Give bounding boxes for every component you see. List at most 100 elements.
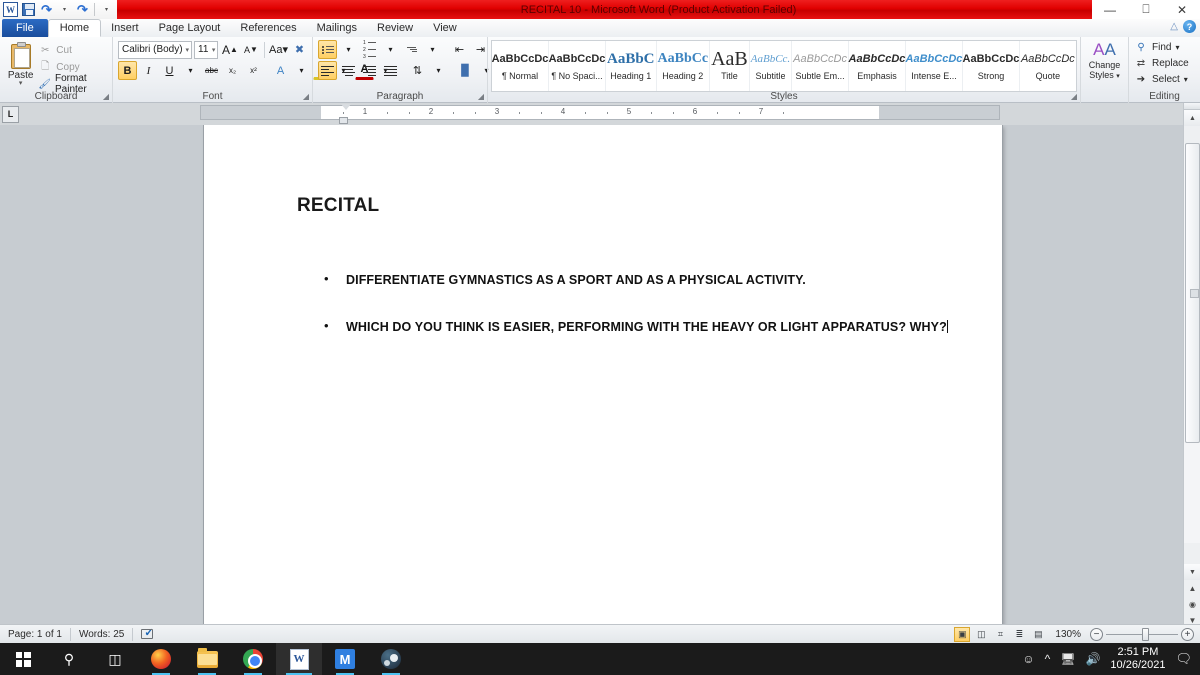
zoom-out-button[interactable]: − [1090,627,1103,641]
style-strong[interactable]: AaBbCcDc Strong [963,41,1020,91]
italic-button[interactable]: I [139,61,158,80]
style-heading-2[interactable]: AaBbCc Heading 2 [657,41,711,91]
clear-formatting-icon[interactable]: ✖ [290,40,309,59]
first-line-indent-marker[interactable] [341,104,351,110]
tab-mailings[interactable]: Mailings [307,19,367,37]
tab-insert[interactable]: Insert [101,19,149,37]
justify-icon[interactable] [381,61,400,80]
change-case-button[interactable]: Aa ▾ [269,40,288,59]
align-right-icon[interactable] [360,61,379,80]
style-intense-emphasis[interactable]: AaBbCcDc Intense E... [906,41,963,91]
document-canvas[interactable]: RECITAL • DIFFERENTIATE GYMNASTICS AS A … [0,125,1200,628]
steam-icon[interactable] [368,643,414,675]
zoom-in-button[interactable]: + [1181,627,1194,641]
multilevel-list-icon[interactable] [402,40,421,59]
notifications-icon[interactable]: 🗨 [1175,651,1192,667]
full-screen-reading-view-button[interactable]: ◫ [973,627,989,642]
show-hidden-icons-icon[interactable]: ^ [1045,652,1051,666]
style-normal[interactable]: AaBbCcDc ¶ Normal [492,41,549,91]
select-button[interactable]: ➔ Select ▾ [1132,71,1197,87]
previous-page-icon[interactable]: ▲ [1184,580,1200,596]
tab-view[interactable]: View [423,19,467,37]
task-view-icon[interactable]: ◫ [92,643,138,675]
tab-home[interactable]: Home [47,19,102,37]
save-icon[interactable] [20,1,37,18]
horizontal-ruler[interactable]: 1 2 3 4 5 6 7 [200,104,1000,124]
redo-icon[interactable]: ↷ [74,1,91,18]
multilevel-dropdown-icon[interactable]: ▾ [423,40,442,59]
word-count[interactable]: Words: 25 [71,625,132,644]
bullets-icon[interactable] [318,40,337,59]
tab-stop-selector[interactable]: L [2,105,19,123]
word-app-icon[interactable]: W [2,1,19,18]
font-dialog-launcher[interactable]: ◢ [303,92,309,101]
replace-button[interactable]: ⇄ Replace [1132,55,1197,71]
style-heading-1[interactable]: AaBbC Heading 1 [606,41,657,91]
clock[interactable]: 2:51 PM 10/26/2021 [1110,646,1165,672]
copy-button[interactable]: 🗋 Copy [38,60,109,74]
zoom-level[interactable]: 130% [1049,629,1087,640]
tab-file[interactable]: File [2,19,48,37]
font-name-combo[interactable]: Calibri (Body) ▾ [118,40,192,59]
strikethrough-button[interactable]: abc [202,61,221,80]
draft-view-button[interactable]: ▤ [1030,627,1046,642]
document-page[interactable]: RECITAL • DIFFERENTIATE GYMNASTICS AS A … [204,125,1002,628]
split-window-handle[interactable] [1184,103,1200,110]
undo-icon[interactable]: ↶ [38,1,55,18]
align-left-icon[interactable] [318,61,337,80]
web-layout-view-button[interactable]: ⌗ [992,627,1008,642]
style-title[interactable]: AaB Title [710,41,750,91]
paste-dropdown-icon[interactable]: ▾ [19,80,23,87]
grow-font-button[interactable]: A ▲ [220,40,239,59]
left-indent-marker[interactable] [339,117,348,124]
format-painter-button[interactable]: 🖌 Format Painter [38,73,109,95]
style-subtitle[interactable]: AaBbCc. Subtitle [750,41,793,91]
underline-dropdown-icon[interactable]: ▾ [181,61,200,80]
shrink-font-button[interactable]: A ▼ [241,40,260,59]
scrollbar-thumb[interactable] [1185,143,1200,443]
select-dropdown-icon[interactable]: ▾ [1184,75,1188,84]
page-indicator[interactable]: Page: 1 of 1 [0,625,70,644]
undo-dropdown-icon[interactable]: ▾ [56,1,73,18]
outline-view-button[interactable]: ≣ [1011,627,1027,642]
zoom-slider[interactable] [1106,627,1178,641]
scroll-down-icon[interactable]: ▼ [1184,564,1200,580]
numbering-dropdown-icon[interactable]: ▾ [381,40,400,59]
minimize-button[interactable]: — [1095,0,1125,19]
style-subtle-emphasis[interactable]: AaBbCcDc Subtle Em... [792,41,849,91]
start-button[interactable] [0,643,46,675]
tab-review[interactable]: Review [367,19,423,37]
style-emphasis[interactable]: AaBbCcDc Emphasis [849,41,906,91]
bold-button[interactable]: B [118,61,137,80]
change-styles-button[interactable]: AA Change Styles ▾ [1080,37,1128,103]
file-explorer-icon[interactable] [184,643,230,675]
proofing-errors-icon[interactable] [133,625,163,644]
tab-page-layout[interactable]: Page Layout [149,19,231,37]
decrease-indent-icon[interactable]: ⇤ [450,40,469,59]
network-icon[interactable]: 🖥 [1060,652,1075,666]
tab-references[interactable]: References [230,19,306,37]
cut-button[interactable]: ✂ Cut [38,43,109,57]
find-button[interactable]: ⚲ Find ▾ [1132,39,1197,55]
customize-qat-icon[interactable]: ▾ [98,1,115,18]
line-spacing-icon[interactable]: ⇅ [408,61,427,80]
superscript-button[interactable]: x² [244,61,263,80]
print-layout-view-button[interactable]: ▣ [954,626,971,642]
style-quote[interactable]: AaBbCcDc Quote [1020,41,1076,91]
numbering-icon[interactable]: 1 2 3 [360,40,379,60]
chrome-icon[interactable] [230,643,276,675]
zoom-slider-thumb[interactable] [1142,627,1149,641]
select-browse-object-icon[interactable]: ◉ [1184,596,1200,612]
text-effects-button[interactable]: A [271,61,290,80]
find-dropdown-icon[interactable]: ▾ [1175,43,1179,52]
line-spacing-dropdown-icon[interactable]: ▾ [429,61,448,80]
align-center-icon[interactable] [339,61,358,80]
close-button[interactable]: ✕ [1167,0,1197,19]
styles-dialog-launcher[interactable]: ◢ [1071,92,1077,101]
word-taskbar-icon[interactable]: W [276,643,322,675]
underline-button[interactable]: U [160,61,179,80]
vertical-scrollbar[interactable]: ▲ ▼ ▲ ◉ ▼ [1183,103,1200,628]
people-icon[interactable]: ☺ [1022,652,1034,666]
minimize-ribbon-icon[interactable]: △ [1170,21,1178,32]
paragraph-dialog-launcher[interactable]: ◢ [478,92,484,101]
